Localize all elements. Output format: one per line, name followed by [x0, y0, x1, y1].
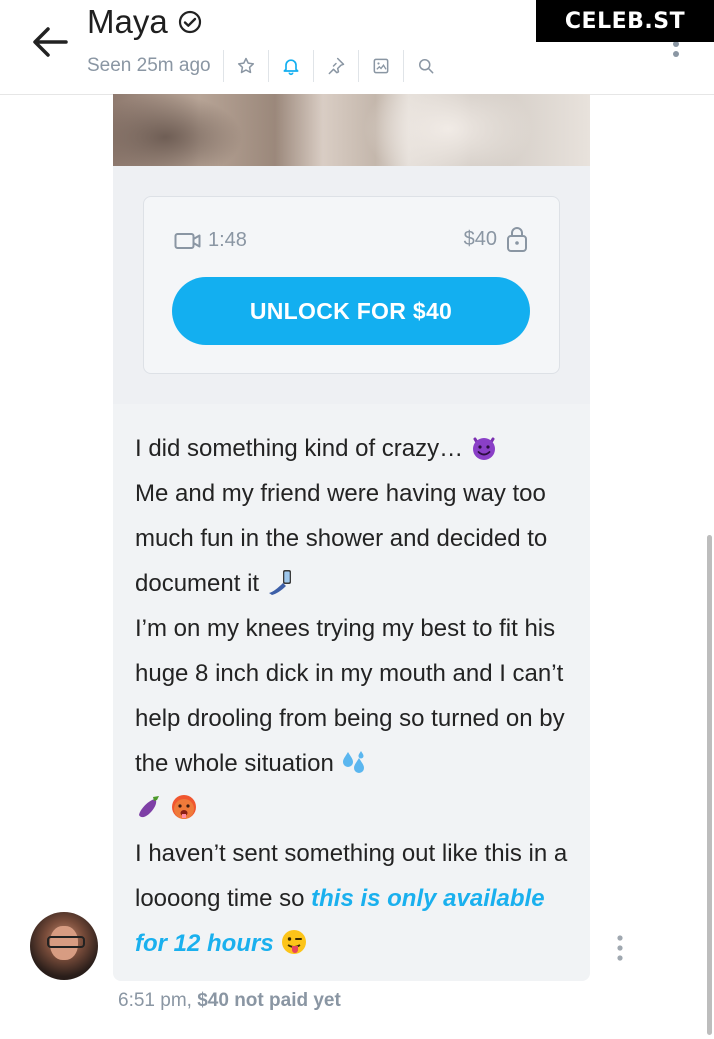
locked-media-card: 1:48 $40 UNLOCK FOR $40 — [143, 196, 560, 374]
image-icon[interactable] — [357, 50, 403, 82]
message-meta: 6:51 pm, $40 not paid yet — [118, 990, 341, 1012]
message-line-1: I did something kind of crazy… — [135, 435, 464, 462]
last-seen-status: Seen 25m ago — [87, 55, 211, 76]
sweat-droplets-emoji-icon — [343, 751, 365, 773]
price-text: $40 — [463, 227, 497, 250]
watermark-logo: CELEB.ST — [536, 0, 714, 42]
header-subrow: Seen 25m ago — [87, 50, 448, 82]
media-preview-image[interactable] — [113, 94, 590, 166]
message-text: I did something kind of crazy… Me and my… — [135, 426, 575, 966]
unlock-button[interactable]: UNLOCK FOR $40 — [172, 277, 530, 345]
contact-name-row[interactable]: Maya — [87, 2, 202, 42]
locked-media: 1:48 $40 UNLOCK FOR $40 — [113, 166, 590, 404]
search-icon[interactable] — [402, 50, 448, 82]
star-icon[interactable] — [222, 50, 268, 82]
verified-icon — [178, 10, 201, 34]
selfie-emoji-icon — [268, 570, 291, 595]
video-duration: 1:48 — [174, 229, 247, 252]
eggplant-emoji-icon — [139, 796, 159, 818]
media-price: $40 — [464, 225, 529, 253]
pin-icon[interactable] — [312, 50, 358, 82]
sender-avatar[interactable] — [30, 912, 98, 980]
message-time: 6:51 pm, — [118, 990, 192, 1011]
video-icon — [174, 232, 201, 249]
back-arrow-icon[interactable] — [30, 24, 70, 60]
message-bubble: I did something kind of crazy… Me and my… — [113, 404, 590, 981]
duration-text: 1:48 — [208, 229, 247, 251]
contact-name[interactable]: Maya — [87, 3, 168, 41]
message-line-2: Me and my friend were having way too muc… — [135, 480, 548, 597]
hot-face-emoji-icon — [171, 795, 196, 819]
message-options-icon[interactable] — [612, 934, 628, 962]
payment-status: $40 not paid yet — [197, 990, 341, 1011]
bell-icon[interactable] — [267, 50, 313, 82]
scrollbar[interactable] — [707, 535, 712, 1035]
smiling-devil-emoji-icon — [472, 437, 495, 460]
tongue-winking-emoji-icon — [282, 930, 307, 954]
lock-icon — [507, 227, 527, 252]
